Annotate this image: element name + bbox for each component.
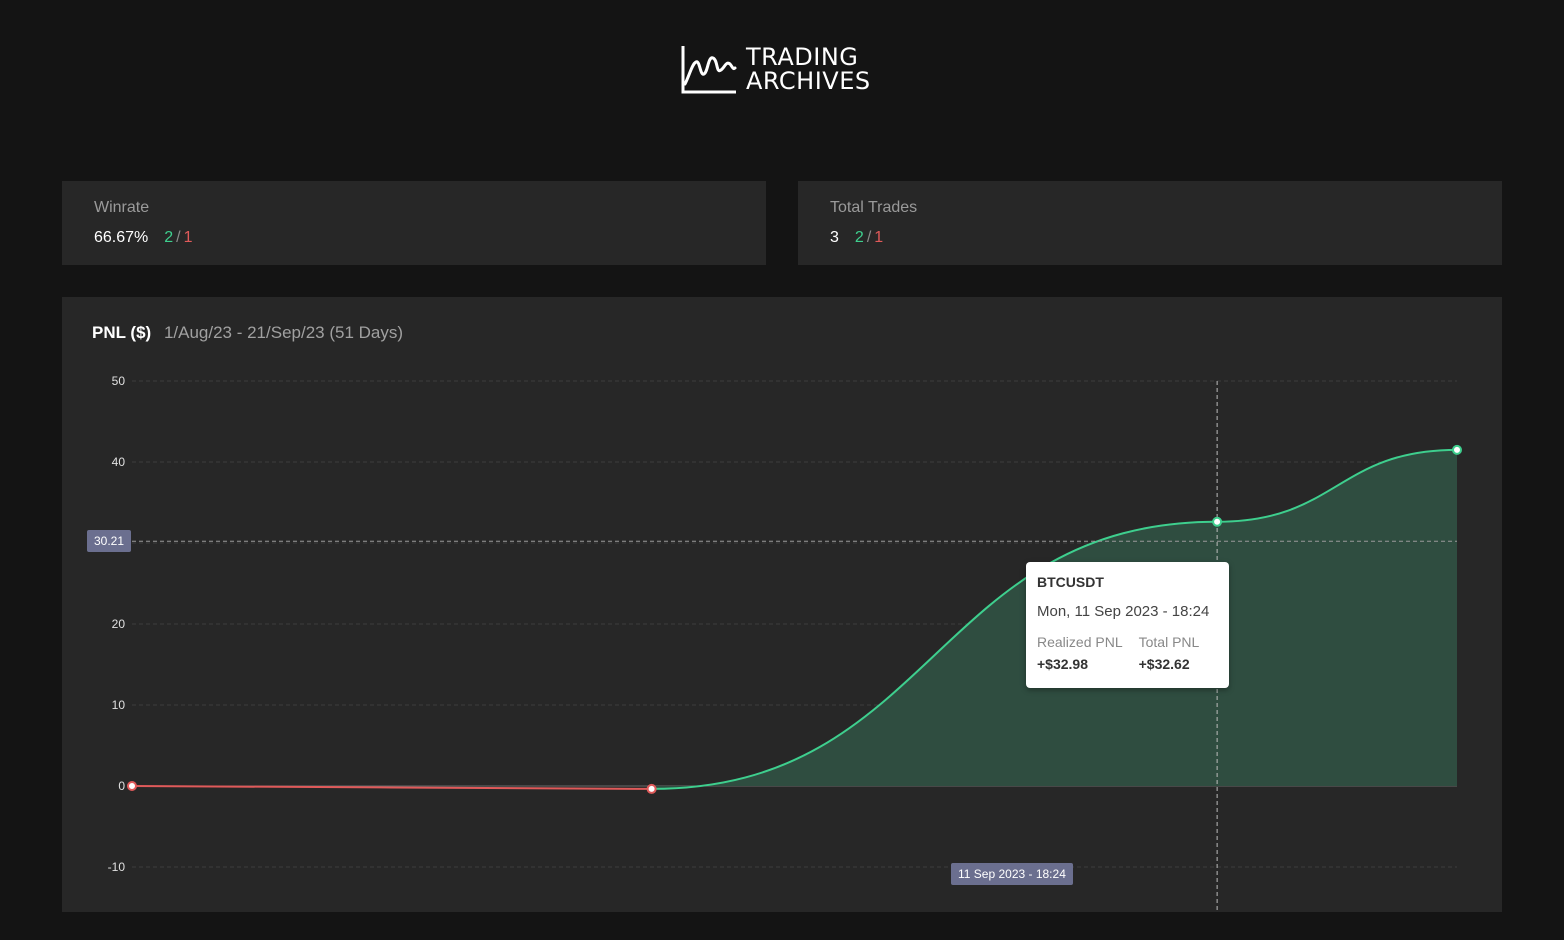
- winrate-wins: 2: [164, 229, 174, 246]
- pnl-point[interactable]: [127, 781, 137, 791]
- tooltip-realized: Realized PNL +$32.98: [1037, 634, 1123, 672]
- total-trades-label: Total Trades: [830, 199, 918, 216]
- winrate-separator: /: [176, 229, 181, 246]
- tooltip-total: Total PNL +$32.62: [1139, 634, 1200, 672]
- pnl-point[interactable]: [646, 783, 657, 794]
- y-tick-label: 40: [112, 455, 126, 469]
- logo-text: TRADING ARCHIVES: [746, 45, 871, 93]
- total-trades-value: 3: [830, 229, 839, 246]
- pnl-point[interactable]: [1452, 444, 1462, 455]
- winrate-label: Winrate: [94, 199, 150, 216]
- tooltip-realized-label: Realized PNL: [1037, 634, 1123, 650]
- winrate-losses: 1: [183, 229, 193, 246]
- total-trades-wins: 2: [854, 229, 864, 246]
- tooltip-symbol: BTCUSDT: [1037, 574, 1104, 590]
- app-logo[interactable]: TRADING ARCHIVES: [680, 44, 871, 94]
- y-tick-label: 20: [112, 617, 126, 631]
- tooltip-date: Mon, 11 Sep 2023 - 18:24: [1037, 603, 1210, 620]
- crosshair-y-badge: 30.21: [87, 530, 132, 552]
- logo-line-1: TRADING: [746, 43, 859, 71]
- total-trades-row: 3 2 / 1: [830, 229, 1470, 247]
- total-trades-card: Total Trades 3 2 / 1: [798, 181, 1502, 265]
- winrate-card: Winrate 66.67% 2 / 1: [62, 181, 766, 265]
- crosshair-x-badge: 11 Sep 2023 - 18:24: [951, 863, 1073, 885]
- tooltip-total-label: Total PNL: [1138, 634, 1200, 650]
- y-tick-label: 50: [112, 374, 126, 388]
- chart-logo-icon: [681, 46, 737, 94]
- total-trades-separator: /: [866, 229, 872, 246]
- tooltip-total-value: +$32.62: [1138, 656, 1190, 672]
- trade-tooltip: BTCUSDT Mon, 11 Sep 2023 - 18:24 Realize…: [1026, 562, 1229, 688]
- winrate-value: 66.67%: [94, 229, 149, 246]
- y-tick-label: -10: [108, 860, 126, 874]
- pnl-point[interactable]: [1212, 516, 1223, 527]
- total-trades-losses: 1: [874, 229, 884, 246]
- y-axis-ticks: -10 0 10 20 40 50: [108, 374, 126, 874]
- page: TRADING ARCHIVES Winrate 66.67% 2 / 1 To…: [0, 0, 1564, 940]
- tooltip-values: Realized PNL +$32.98 Total PNL +$32.62: [1037, 634, 1218, 672]
- tooltip-realized-value: +$32.98: [1037, 656, 1088, 672]
- pnl-chart[interactable]: -10 0 10 20 40 50: [62, 297, 1502, 912]
- winrate-row: 66.67% 2 / 1: [94, 229, 734, 247]
- y-tick-label: 10: [112, 698, 126, 712]
- y-tick-label: 0: [118, 779, 125, 793]
- pnl-chart-panel: PNL ($) 1/Aug/23 - 21/Sep/23 (51 Days) -…: [62, 297, 1502, 912]
- logo-line-2: ARCHIVES: [746, 67, 871, 95]
